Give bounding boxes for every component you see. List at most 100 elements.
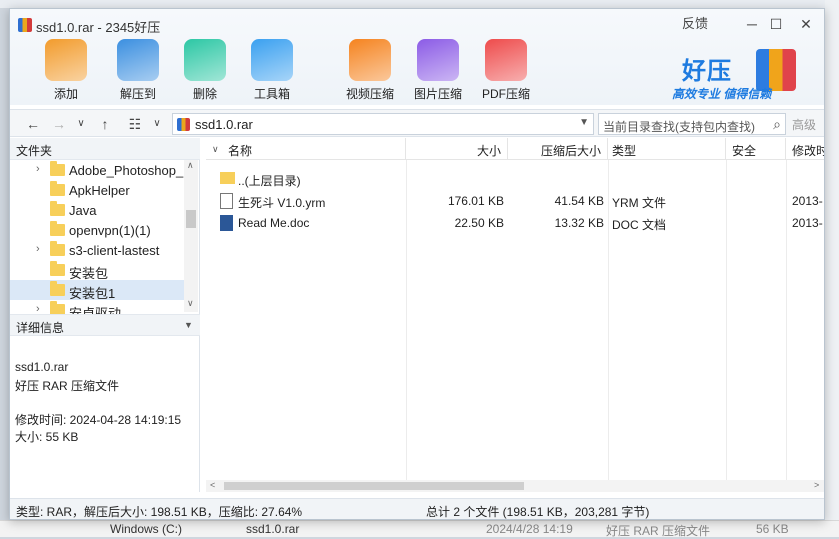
list-horizontal-scrollbar[interactable]: < > (206, 480, 824, 492)
bg-file-type: 好压 RAR 压缩文件 (606, 524, 711, 538)
file-row[interactable]: Read Me.doc 22.50 KB 13.32 KB DOC 文档 2013- (206, 212, 824, 234)
history-dropdown-icon[interactable]: ∨ (70, 113, 92, 135)
column-size-label: 大小 (476, 144, 501, 158)
file-size: 176.01 KB (447, 194, 504, 208)
scroll-right-icon[interactable]: > (814, 480, 819, 490)
column-type[interactable]: 类型 (608, 138, 726, 160)
toolbar-button-toolbox[interactable]: 工具箱 (242, 39, 302, 105)
column-packed-size[interactable]: 压缩后大小 (508, 138, 608, 160)
toolbar-button-extract[interactable]: 解压到 (108, 39, 168, 105)
detail-filename: ssd1.0.rar (15, 360, 69, 374)
scroll-up-icon[interactable]: ∧ (187, 160, 194, 171)
toolbar-button-video-compress[interactable]: 视频压缩 (340, 39, 400, 105)
details-pane-header[interactable]: 详细信息 ▼ (10, 314, 200, 336)
folder-pane-title: 文件夹 (16, 144, 53, 158)
rar-file-icon (177, 118, 190, 131)
file-modified: 2013- (792, 194, 823, 208)
column-security[interactable]: 安全 (726, 138, 786, 160)
bg-file-size: 56 KB (756, 522, 789, 536)
toolbar-button-image-compress[interactable]: 图片压缩 (408, 39, 468, 105)
tree-item[interactable]: 安装包 (10, 260, 184, 281)
address-dropdown-icon[interactable]: ▼ (579, 117, 589, 128)
file-type: DOC 文档 (612, 218, 667, 232)
toolbar-button-recycle[interactable]: 删除 (175, 39, 235, 105)
tree-item[interactable]: openvpn(1)(1) (10, 220, 184, 240)
toolbar-button-pdf-compress[interactable]: PDF压缩 (476, 39, 536, 105)
back-arrow-icon[interactable]: ← (22, 113, 44, 135)
title-bar: ssd1.0.rar - 2345好压 反馈 ─ ☐ ✕ 添加 解压到 删除 工具箱 视… (10, 9, 824, 105)
toolbox-icon (251, 39, 293, 81)
folder-icon (50, 241, 65, 256)
expand-chevron-icon[interactable]: › (36, 243, 40, 255)
tree-item[interactable]: › Adobe_Photoshop_ (10, 160, 184, 180)
tree-item-label: ApkHelper (69, 183, 130, 198)
toolbar-button-label: 图片压缩 (413, 87, 462, 101)
background-explorer-row: Windows (C:) ssd1.0.rar 2024/4/28 14:19 … (0, 520, 839, 538)
video-compress-icon (349, 39, 391, 81)
folder-pane: 文件夹 › Adobe_Photoshop_ ApkHelper Java openvp… (10, 138, 200, 492)
tree-item[interactable]: ApkHelper (10, 180, 184, 200)
advanced-search-link[interactable]: 高级 (792, 116, 816, 133)
file-row[interactable]: ..(上层目录) (206, 168, 824, 190)
image-compress-icon (417, 39, 459, 81)
maximize-button[interactable]: ☐ (764, 13, 788, 35)
scroll-down-icon[interactable]: ∨ (187, 298, 194, 309)
folder-icon (50, 201, 65, 216)
detail-filetype: 好压 RAR 压缩文件 (15, 379, 120, 393)
minimize-button[interactable]: ─ (740, 13, 764, 35)
collapse-details-icon[interactable]: ▼ (184, 320, 193, 330)
folder-icon (50, 181, 65, 196)
haozip-app-icon (18, 18, 32, 32)
file-packed-size: 41.54 KB (554, 194, 604, 208)
file-icon (220, 193, 233, 209)
hscrollbar-thumb[interactable] (224, 482, 524, 490)
file-size: 22.50 KB (454, 216, 504, 230)
tree-item-label: s3-client-lastest (69, 243, 160, 258)
search-icon[interactable]: ⌕ (773, 116, 781, 133)
expand-chevron-icon[interactable]: › (36, 163, 40, 175)
column-security-label: 安全 (732, 144, 757, 158)
view-mode-icon[interactable]: ☷ (124, 113, 146, 135)
recycle-icon (184, 39, 226, 81)
toolbar-button-label: PDF压缩 (481, 87, 530, 101)
tree-item[interactable]: 安装包1 (10, 280, 184, 301)
bg-file-name[interactable]: ssd1.0.rar (246, 522, 299, 536)
brand-slogan: 高效专业 値得信赖 (672, 87, 772, 101)
tree-item[interactable]: › s3-client-lastest (10, 240, 184, 260)
tree-item-label: Java (69, 203, 97, 218)
status-bar: 类型: RAR，解压后大小: 198.51 KB，压缩比: 27.64% 总计 … (10, 498, 824, 519)
address-bar: ← → ∨ ↑ ☷ ∨ ssd1.0.rar ▼ 当前目录查找(支持包内查找) … (10, 109, 824, 137)
tree-item[interactable]: Java (10, 200, 184, 220)
status-total-info: 总计 2 个文件 (198.51 KB，203,281 字节) (426, 505, 650, 519)
scroll-left-icon[interactable]: < (210, 480, 215, 490)
address-path: ssd1.0.rar (195, 117, 253, 132)
address-input[interactable]: ssd1.0.rar ▼ (172, 113, 594, 135)
scrollbar-thumb[interactable] (186, 210, 196, 228)
toolbar-button-label: 解压到 (119, 87, 156, 101)
background-window-right (825, 0, 839, 537)
up-arrow-icon[interactable]: ↑ (94, 113, 116, 135)
window-title: ssd1.0.rar - 2345好压 (36, 20, 161, 35)
toolbar-button-add[interactable]: 添加 (36, 39, 96, 105)
close-button[interactable]: ✕ (794, 13, 818, 35)
folder-scrollbar[interactable]: ∧ ∨ (184, 160, 198, 312)
feedback-link[interactable]: 反馈 (678, 13, 712, 35)
column-size[interactable]: 大小 (406, 138, 508, 160)
file-list: ∨ 名称 大小 压缩后大小 类型 安全 修改时 ..(上层目录) 生死斗 V1.0.… (206, 138, 824, 492)
column-name-label: 名称 (228, 144, 253, 158)
toolbar-button-label: 删除 (192, 87, 217, 101)
forward-arrow-icon[interactable]: → (48, 113, 70, 135)
file-name: ..(上层目录) (238, 174, 301, 188)
view-mode-dropdown-icon[interactable]: ∨ (146, 113, 168, 135)
haozip-window: ssd1.0.rar - 2345好压 反馈 ─ ☐ ✕ 添加 解压到 删除 工具箱 视… (9, 8, 825, 520)
background-window-top (0, 0, 839, 8)
column-modified[interactable]: 修改时 (786, 138, 824, 160)
file-type: YRM 文件 (612, 196, 667, 210)
folder-icon (50, 281, 65, 296)
column-name[interactable]: ∨ 名称 (206, 138, 406, 160)
search-input[interactable]: 当前目录查找(支持包内查找) ⌕ (598, 113, 786, 135)
drive-label[interactable]: Windows (C:) (110, 522, 182, 536)
tree-item-label: Adobe_Photoshop_ (69, 163, 184, 178)
column-type-label: 类型 (612, 144, 637, 158)
file-row[interactable]: 生死斗 V1.0.yrm 176.01 KB 41.54 KB YRM 文件 2013- (206, 190, 824, 212)
